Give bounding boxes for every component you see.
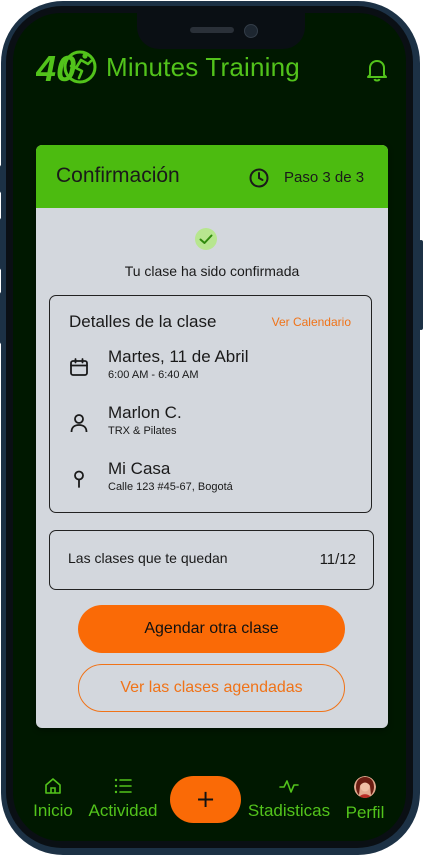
home-icon [45, 778, 61, 794]
location-address: Calle 123 #45-67, Bogotá [108, 481, 233, 493]
activity-icon [279, 780, 299, 793]
nav-item-inicio[interactable]: Inicio [29, 776, 77, 821]
location-name: Mi Casa [108, 459, 171, 478]
add-button[interactable]: + [170, 776, 241, 823]
step-indicator: Paso 3 de 3 [284, 169, 365, 186]
remaining-classes-box: Las clases que te quedan 11/12 [49, 530, 374, 590]
check-icon [195, 228, 217, 250]
nav-item-actividad[interactable]: Actividad [82, 776, 164, 821]
nav-item-stadisticas[interactable]: Stadisticas [241, 776, 337, 821]
nav-label-actividad: Actividad [88, 801, 158, 820]
trainer-name: Marlon C. [108, 403, 182, 422]
app-logo: 40 [36, 48, 97, 87]
schedule-another-class-button[interactable]: Agendar otra clase [78, 605, 345, 653]
location-pin-icon [74, 470, 84, 488]
clock-icon [249, 168, 269, 188]
class-time: 6:00 AM - 6:40 AM [108, 369, 199, 381]
user-icon [70, 414, 88, 433]
view-scheduled-classes-button[interactable]: Ver las clases agendadas [78, 664, 345, 712]
class-date: Martes, 11 de Abril [108, 347, 249, 366]
phone-device: 40 Minutes Training Confirmación Paso 3 … [0, 0, 423, 858]
avatar [354, 776, 376, 798]
nav-item-perfil[interactable]: Perfil [341, 776, 389, 823]
nav-label-stadisticas: Stadisticas [247, 801, 331, 820]
remaining-classes-count: 11/12 [319, 551, 356, 568]
nav-label-inicio: Inicio [33, 801, 73, 820]
class-details-box: Detalles de la clase Ver Calendario Mart… [49, 295, 372, 513]
bell-icon[interactable] [366, 58, 388, 82]
confirmation-card: Confirmación Paso 3 de 3 Tu clase ha sid… [36, 145, 388, 728]
nav-label-perfil: Perfil [345, 803, 385, 822]
front-camera [244, 24, 258, 38]
page-title: Confirmación [56, 164, 180, 187]
remaining-classes-label: Las clases que te quedan [68, 550, 228, 566]
details-title: Detalles de la clase [69, 312, 217, 331]
app-header: 40 Minutes Training [36, 46, 300, 88]
view-calendar-link[interactable]: Ver Calendario [272, 315, 351, 329]
speaker [190, 27, 234, 33]
list-icon [114, 778, 132, 794]
app-title: Minutes Training [106, 51, 300, 82]
confirmation-message: Tu clase ha sido confirmada [124, 263, 300, 279]
class-type: TRX & Pilates [108, 425, 177, 437]
calendar-icon [70, 358, 88, 376]
card-header: Confirmación Paso 3 de 3 [36, 145, 388, 208]
